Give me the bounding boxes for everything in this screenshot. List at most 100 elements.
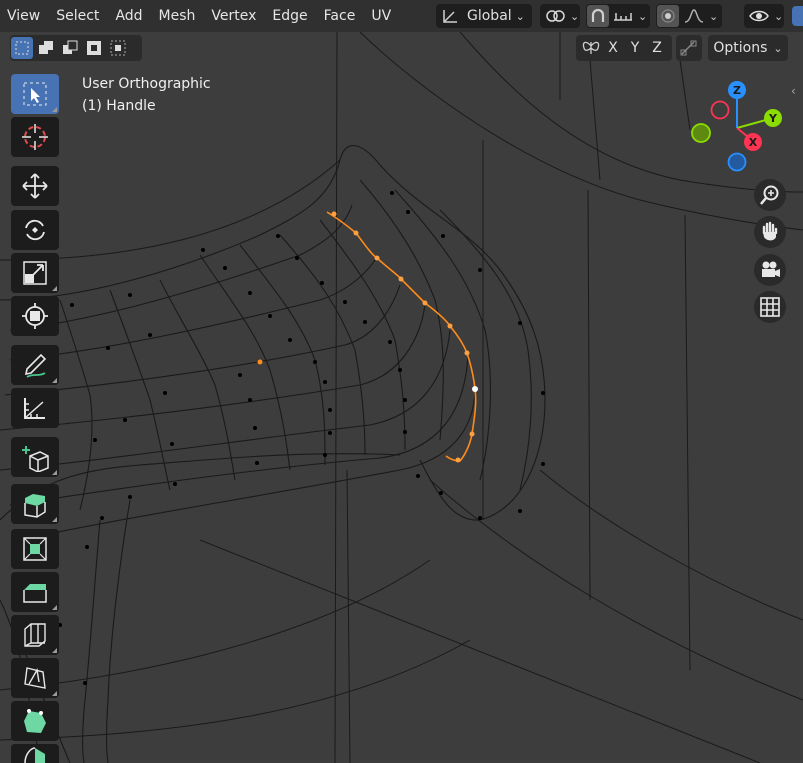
chevron-down-icon: ⌄	[515, 9, 525, 23]
navigation-gizmo[interactable]: Z Y X	[684, 78, 794, 178]
tool-bevel[interactable]	[11, 572, 59, 612]
select-new-button[interactable]	[11, 37, 33, 59]
mirror-z-button[interactable]: Z	[646, 40, 668, 56]
menu-edge[interactable]: Edge	[264, 0, 315, 32]
tool-annotate[interactable]	[11, 345, 59, 385]
move-icon	[22, 173, 48, 199]
chevron-down-icon[interactable]: ⌄	[709, 10, 718, 23]
annotate-pencil-icon	[24, 353, 47, 378]
select-subtract-button[interactable]	[59, 37, 81, 59]
gizmo-neg-y-axis[interactable]	[691, 123, 711, 143]
gizmo-neg-z-axis[interactable]	[727, 152, 747, 172]
extrude-region-icon	[24, 494, 46, 518]
gizmo-neg-x-axis[interactable]	[710, 100, 730, 120]
spin-icon	[24, 747, 45, 763]
chevron-down-icon: ⌄	[774, 9, 784, 23]
cursor-icon	[22, 124, 48, 150]
mesh-wireframe	[0, 0, 803, 763]
chevron-down-icon: ⌄	[773, 41, 783, 55]
proportional-editing-group: ⌄	[656, 4, 722, 28]
tool-spin[interactable]	[11, 744, 59, 763]
tool-measure[interactable]	[11, 388, 59, 428]
tool-cursor[interactable]	[11, 117, 59, 157]
grid-icon	[760, 297, 780, 317]
add-cube-icon	[22, 446, 49, 472]
hand-icon	[762, 221, 778, 241]
transform-icon	[22, 303, 48, 329]
menu-mesh[interactable]: Mesh	[151, 0, 204, 32]
camera-view-button[interactable]	[754, 254, 786, 286]
zoom-button[interactable]	[754, 179, 786, 211]
tool-select-box[interactable]	[11, 74, 59, 114]
3d-viewport[interactable]	[0, 0, 803, 763]
tool-add-cube[interactable]	[11, 437, 59, 477]
active-object-name: (1) Handle	[82, 98, 156, 114]
pan-button[interactable]	[754, 216, 786, 248]
tool-knife[interactable]	[11, 658, 59, 698]
proportional-edit-toggle[interactable]	[657, 5, 679, 27]
options-dropdown[interactable]: Options ⌄	[708, 35, 788, 61]
tool-transform[interactable]	[11, 296, 59, 336]
falloff-curve-icon[interactable]	[683, 8, 705, 24]
tool-inset-faces[interactable]	[11, 529, 59, 569]
snap-increment-icon[interactable]	[612, 8, 634, 24]
select-new-icon	[15, 41, 29, 55]
gizmo-x-label: X	[749, 136, 758, 149]
inset-faces-icon	[23, 537, 47, 561]
snap-toggle[interactable]	[587, 5, 609, 27]
link-icon	[546, 10, 565, 22]
tool-loop-cut[interactable]	[11, 615, 59, 655]
orientation-icon	[443, 10, 457, 23]
loop-cut-icon	[24, 623, 46, 647]
snapping-group: ⌄	[586, 4, 650, 28]
mirror-y-button[interactable]: Y	[624, 40, 646, 56]
select-intersect-icon	[110, 40, 126, 56]
menu-select[interactable]: Select	[48, 0, 107, 32]
visibility-dropdown[interactable]: ⌄	[744, 4, 784, 28]
view-name: User Orthographic	[82, 76, 211, 92]
toggle-orthographic-button[interactable]	[754, 291, 786, 323]
menu-face[interactable]: Face	[316, 0, 364, 32]
tool-rotate[interactable]	[11, 210, 59, 250]
poly-build-icon	[24, 709, 46, 733]
chevron-down-icon: ⌄	[570, 9, 580, 23]
magnet-icon	[591, 8, 605, 22]
mirror-x-button[interactable]: X	[602, 40, 624, 56]
menu-vertex[interactable]: Vertex	[203, 0, 264, 32]
select-intersect-button[interactable]	[107, 37, 129, 59]
rotate-icon	[25, 219, 45, 241]
zoom-magnifier-icon	[760, 185, 779, 205]
bevel-icon	[23, 584, 47, 603]
gizmo-y-label: Y	[768, 112, 778, 125]
menu-add[interactable]: Add	[107, 0, 150, 32]
pivot-point-dropdown[interactable]: ⌄	[540, 4, 580, 28]
merge-vertices-icon	[680, 40, 697, 56]
eye-icon	[749, 10, 769, 22]
select-extend-icon	[39, 41, 53, 54]
measure-ruler-icon	[24, 398, 45, 419]
auto-merge-toggle[interactable]	[676, 35, 702, 61]
proportional-edit-icon	[661, 9, 675, 23]
knife-icon	[24, 667, 46, 689]
orientation-value: Global	[467, 8, 512, 24]
tool-poly-build[interactable]	[11, 701, 59, 741]
select-subtract-icon	[63, 40, 78, 54]
select-extend-button[interactable]	[35, 37, 57, 59]
tool-scale[interactable]	[11, 253, 59, 293]
chevron-down-icon[interactable]: ⌄	[638, 10, 647, 23]
tool-move[interactable]	[11, 166, 59, 206]
gizmo-z-label: Z	[733, 84, 741, 97]
select-box-icon	[23, 82, 47, 106]
overlay-toggle[interactable]	[792, 6, 803, 26]
mirror-axis-group: X Y Z	[576, 35, 672, 61]
select-invert-button[interactable]	[83, 37, 105, 59]
scale-icon	[23, 261, 47, 285]
menu-view[interactable]: View	[0, 0, 48, 32]
camera-icon	[762, 261, 780, 277]
transform-orientation-dropdown[interactable]: Global ⌄	[436, 4, 532, 28]
options-label: Options	[713, 40, 768, 56]
butterfly-icon	[582, 41, 600, 54]
tool-extrude-region[interactable]	[11, 484, 59, 524]
select-mode-group	[10, 35, 142, 61]
menu-uv[interactable]: UV	[363, 0, 399, 32]
